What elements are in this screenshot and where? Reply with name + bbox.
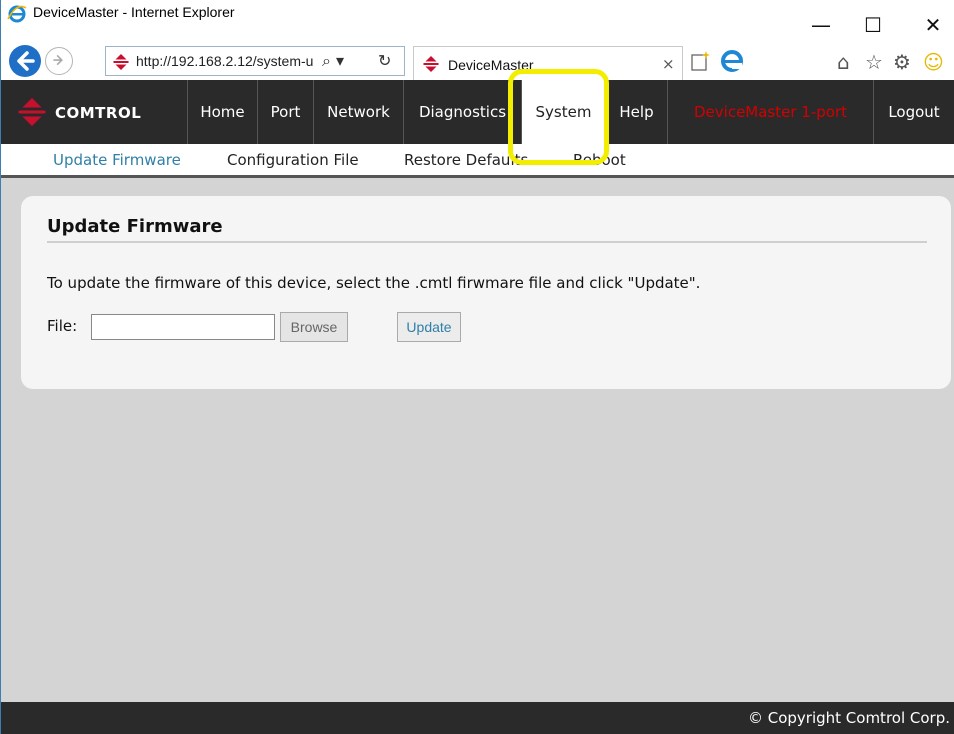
nav-port[interactable]: Port [257, 80, 313, 144]
file-input[interactable] [91, 314, 275, 340]
subnav-update-firmware[interactable]: Update Firmware [53, 151, 181, 169]
window-title: DeviceMaster - Internet Explorer [33, 4, 235, 20]
comtrol-site-icon [113, 54, 129, 70]
new-tab-icon[interactable] [689, 50, 711, 72]
url-text[interactable]: http://192.168.2.12/system-u [136, 53, 316, 69]
page-viewport: COMTROL Home Port Network Diagnostics Sy… [1, 69, 954, 734]
file-label: File: [47, 317, 78, 335]
main-nav: COMTROL Home Port Network Diagnostics Sy… [1, 80, 954, 144]
title-bar: DeviceMaster - Internet Explorer — ☐ ✕ [1, 0, 954, 42]
forward-button[interactable] [45, 47, 73, 75]
comtrol-logo: COMTROL [17, 98, 187, 126]
ie-icon [7, 5, 27, 23]
browse-button[interactable]: Browse [280, 312, 348, 342]
browser-window: DeviceMaster - Internet Explorer — ☐ ✕ h… [0, 0, 954, 734]
nav-home[interactable]: Home [187, 80, 257, 144]
refresh-icon[interactable]: ↻ [378, 51, 391, 70]
sub-nav: Update Firmware Configuration File Resto… [1, 144, 954, 178]
update-firmware-panel: Update Firmware To update the firmware o… [21, 196, 951, 389]
logo-text: COMTROL [55, 104, 142, 122]
address-bar[interactable]: http://192.168.2.12/system-u ⌕ ▾ ↻ [105, 46, 405, 76]
subnav-restore-defaults[interactable]: Restore Defaults [404, 151, 528, 169]
subnav-reboot[interactable]: Reboot [573, 151, 626, 169]
page-title: Update Firmware [47, 216, 223, 237]
nav-diagnostics[interactable]: Diagnostics [403, 80, 521, 144]
subnav-configuration-file[interactable]: Configuration File [227, 151, 359, 169]
close-button[interactable]: ✕ [913, 10, 953, 40]
footer: © Copyright Comtrol Corp. [1, 702, 954, 734]
gear-icon[interactable]: ⚙ [893, 50, 911, 74]
nav-device-name[interactable]: DeviceMaster 1-port [667, 80, 873, 144]
instruction-text: To update the firmware of this device, s… [47, 274, 701, 292]
back-icon [17, 51, 35, 71]
forward-icon [53, 54, 63, 66]
star-icon[interactable]: ☆ [865, 50, 883, 74]
nav-system[interactable]: System [521, 80, 605, 144]
nav-help[interactable]: Help [605, 80, 667, 144]
tab-title: DeviceMaster [448, 57, 534, 73]
nav-logout[interactable]: Logout [873, 80, 954, 144]
home-icon[interactable]: ⌂ [837, 50, 850, 74]
tab-close-icon[interactable]: × [662, 55, 675, 73]
nav-network[interactable]: Network [313, 80, 403, 144]
comtrol-site-icon [423, 56, 439, 72]
comtrol-logo-icon [18, 98, 46, 126]
update-button[interactable]: Update [397, 312, 461, 342]
title-divider [47, 241, 927, 243]
maximize-button[interactable]: ☐ [853, 10, 893, 40]
search-dropdown-icon[interactable]: ⌕ ▾ [322, 51, 344, 71]
minimize-button[interactable]: — [801, 10, 841, 40]
address-row: http://192.168.2.12/system-u ⌕ ▾ ↻ Devic… [1, 42, 954, 80]
browser-tab[interactable]: DeviceMaster × [413, 46, 683, 80]
ie-edge-icon[interactable] [719, 48, 745, 74]
copyright-text: © Copyright Comtrol Corp. [747, 709, 950, 727]
back-button[interactable] [9, 45, 41, 77]
smile-icon[interactable]: ☺ [923, 50, 944, 74]
